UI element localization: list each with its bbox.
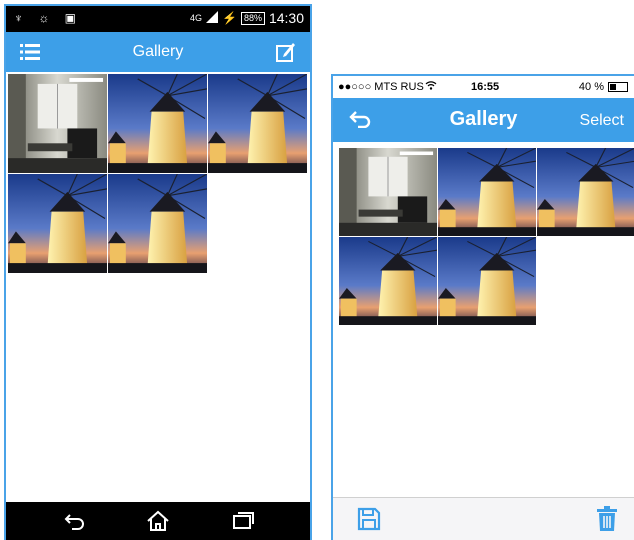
photo-thumbnail[interactable] (339, 237, 437, 325)
photo-thumbnail[interactable] (108, 74, 207, 173)
android-nav-bar (6, 502, 310, 540)
photo-thumbnail[interactable] (108, 174, 207, 273)
app-title: Gallery (132, 43, 184, 60)
ios-phone: ●●○○○ MTS RUS 16:55 40 % Gallery Select (331, 74, 634, 540)
back-icon[interactable] (64, 512, 86, 535)
status-notification-icons: ♆ ☼ ▣ (14, 11, 83, 25)
carrier-label: ●●○○○ MTS RUS (338, 81, 424, 93)
photo-thumbnail[interactable] (537, 148, 634, 236)
select-button[interactable]: Select (580, 112, 624, 130)
battery-percent: 40 % (578, 81, 604, 93)
photo-thumbnail[interactable] (8, 74, 107, 173)
ios-bottom-toolbar (333, 497, 634, 540)
status-time: 14:30 (268, 10, 304, 26)
android-status-bar: ♆ ☼ ▣ 4G ⚡ 88% 14:30 (6, 6, 310, 32)
signal-icon (205, 10, 218, 26)
charging-icon: ⚡ (221, 11, 237, 25)
edit-icon[interactable] (276, 42, 296, 67)
battery-level: 88% (240, 11, 265, 25)
ios-nav-bar: Gallery Select (333, 98, 634, 142)
android-phone: ♆ ☼ ▣ 4G ⚡ 88% 14:30 Gallery (4, 4, 312, 540)
battery-icon (608, 82, 628, 92)
photo-thumbnail[interactable] (208, 74, 307, 173)
photo-thumbnail[interactable] (8, 174, 107, 273)
status-time: 16:55 (471, 81, 500, 93)
network-indicator: 4G (189, 13, 202, 23)
photo-thumbnail[interactable] (438, 237, 536, 325)
photo-thumbnail[interactable] (339, 148, 437, 236)
trash-icon[interactable] (596, 506, 618, 537)
save-icon[interactable] (357, 507, 381, 536)
ios-status-bar: ●●○○○ MTS RUS 16:55 40 % (333, 76, 634, 98)
wifi-icon (425, 80, 437, 93)
home-icon[interactable] (146, 510, 170, 537)
android-app-bar: Gallery (6, 32, 310, 72)
recents-icon[interactable] (232, 512, 254, 535)
photo-thumbnail[interactable] (438, 148, 536, 236)
